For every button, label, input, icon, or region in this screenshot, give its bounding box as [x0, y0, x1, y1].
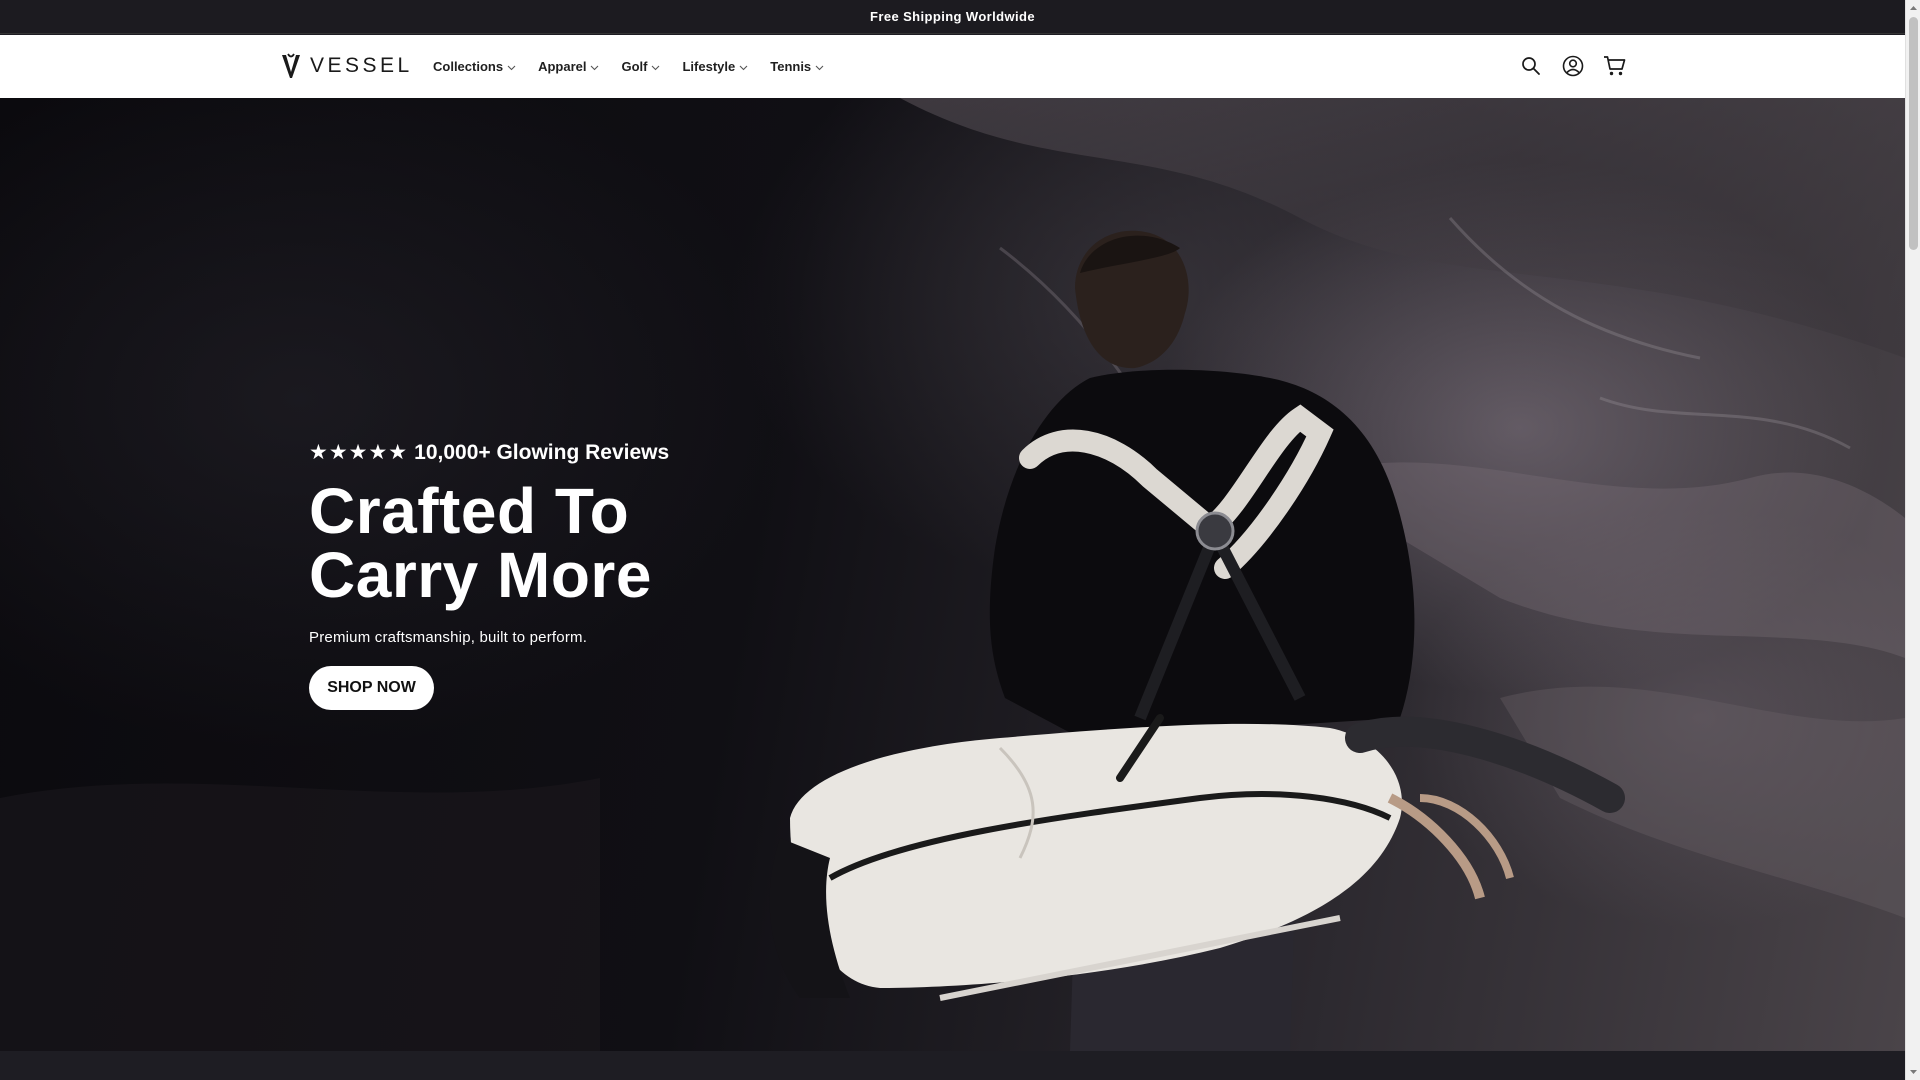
page: Free Shipping Worldwide VESSEL Collectio…: [0, 0, 1905, 1080]
page-scrollbar[interactable]: [1905, 0, 1920, 1080]
account-button[interactable]: [1560, 52, 1586, 80]
announcement-text: Free Shipping Worldwide: [870, 9, 1035, 24]
header-actions: [1518, 52, 1628, 80]
announcement-bar: Free Shipping Worldwide: [0, 0, 1905, 34]
hero-headline: Crafted To Carry More: [309, 479, 929, 607]
scrollbar-thumb[interactable]: [1909, 17, 1918, 250]
reviews-line: ★★★★★ 10,000+ Glowing Reviews: [309, 440, 929, 465]
cart-icon: [1604, 56, 1626, 76]
reviews-text: 10,000+ Glowing Reviews: [414, 440, 670, 464]
logo-text: VESSEL: [310, 54, 413, 77]
nav-item-golf[interactable]: Golf: [621, 59, 660, 74]
hero-headline-line-1: Crafted To: [309, 475, 630, 547]
shop-now-button[interactable]: SHOP NOW: [309, 666, 434, 710]
nav-item-label: Apparel: [538, 59, 587, 74]
nav-item-label: Tennis: [770, 59, 812, 74]
nav-item-tennis[interactable]: Tennis: [770, 59, 824, 74]
scroll-up-arrow-icon[interactable]: [1909, 4, 1918, 13]
nav-item-label: Collections: [433, 59, 504, 74]
next-section-edge: [0, 1051, 1905, 1080]
account-icon: [1562, 55, 1584, 77]
site-header: VESSEL Collections Apparel Golf Lifestyl…: [0, 35, 1905, 98]
main-nav: Collections Apparel Golf Lifestyle Tenni…: [433, 35, 824, 98]
hero-image: [0, 98, 1905, 1051]
chevron-down-icon: [739, 65, 748, 70]
chevron-down-icon: [652, 65, 660, 70]
chevron-down-icon: [591, 65, 599, 70]
nav-item-collections[interactable]: Collections: [433, 59, 516, 74]
nav-item-apparel[interactable]: Apparel: [538, 59, 599, 74]
hero-content: ★★★★★ 10,000+ Glowing Reviews Crafted To…: [309, 440, 929, 710]
nav-item-label: Lifestyle: [682, 59, 736, 74]
hero-headline-line-2: Carry More: [309, 539, 652, 611]
hero-banner: ★★★★★ 10,000+ Glowing Reviews Crafted To…: [0, 98, 1905, 1051]
hero-subtext: Premium craftsmanship, built to perform.: [309, 629, 588, 646]
logo[interactable]: VESSEL: [280, 51, 413, 81]
scroll-down-arrow-icon[interactable]: [1909, 1067, 1918, 1076]
chevron-down-icon: [815, 65, 824, 70]
search-icon: [1522, 57, 1540, 75]
chevron-down-icon: [507, 65, 516, 70]
nav-item-lifestyle[interactable]: Lifestyle: [682, 59, 748, 74]
search-button[interactable]: [1518, 52, 1544, 80]
star-rating-icon: ★★★★★: [309, 441, 409, 464]
nav-item-label: Golf: [621, 59, 648, 74]
vessel-logo-icon: [282, 53, 300, 78]
cart-button[interactable]: [1602, 52, 1628, 80]
